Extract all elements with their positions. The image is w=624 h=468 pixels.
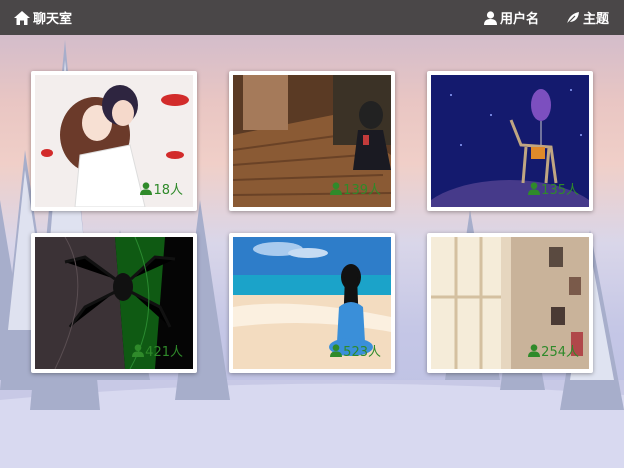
room-card[interactable]: 135人 xyxy=(427,71,593,211)
user-icon xyxy=(484,10,497,25)
member-count-text: 254人 xyxy=(541,345,579,360)
member-count-text: 139人 xyxy=(343,183,381,198)
user-icon xyxy=(330,182,343,195)
member-count-text: 421人 xyxy=(145,345,183,360)
member-count-text: 523人 xyxy=(343,345,381,360)
member-count: 135人 xyxy=(528,179,579,198)
room-card[interactable]: 139人 xyxy=(229,71,395,211)
brand-title: 聊天室 xyxy=(33,12,73,27)
room-card[interactable]: 523人 xyxy=(229,233,395,373)
user-icon xyxy=(528,344,541,357)
room-card[interactable]: 421人 xyxy=(31,233,197,373)
leaf-icon xyxy=(566,11,579,24)
member-count-text: 135人 xyxy=(541,183,579,198)
home-icon xyxy=(14,10,30,25)
user-icon xyxy=(140,182,153,195)
user-icon xyxy=(330,344,343,357)
member-count: 523人 xyxy=(330,341,381,360)
member-count: 139人 xyxy=(330,179,381,198)
user-icon xyxy=(132,344,145,357)
room-card[interactable]: 18人 xyxy=(31,71,197,211)
theme-menu[interactable]: 主题 xyxy=(566,0,609,35)
room-card[interactable]: 254人 xyxy=(427,233,593,373)
member-count: 18人 xyxy=(140,179,183,198)
theme-label: 主题 xyxy=(583,12,610,27)
user-icon xyxy=(528,182,541,195)
top-navbar: 聊天室 用户名 主题 xyxy=(0,0,624,35)
brand-link[interactable]: 聊天室 xyxy=(14,0,72,35)
username-label: 用户名 xyxy=(500,12,540,27)
member-count: 421人 xyxy=(132,341,183,360)
username-menu[interactable]: 用户名 xyxy=(484,0,539,35)
member-count-text: 18人 xyxy=(153,183,183,198)
member-count: 254人 xyxy=(528,341,579,360)
